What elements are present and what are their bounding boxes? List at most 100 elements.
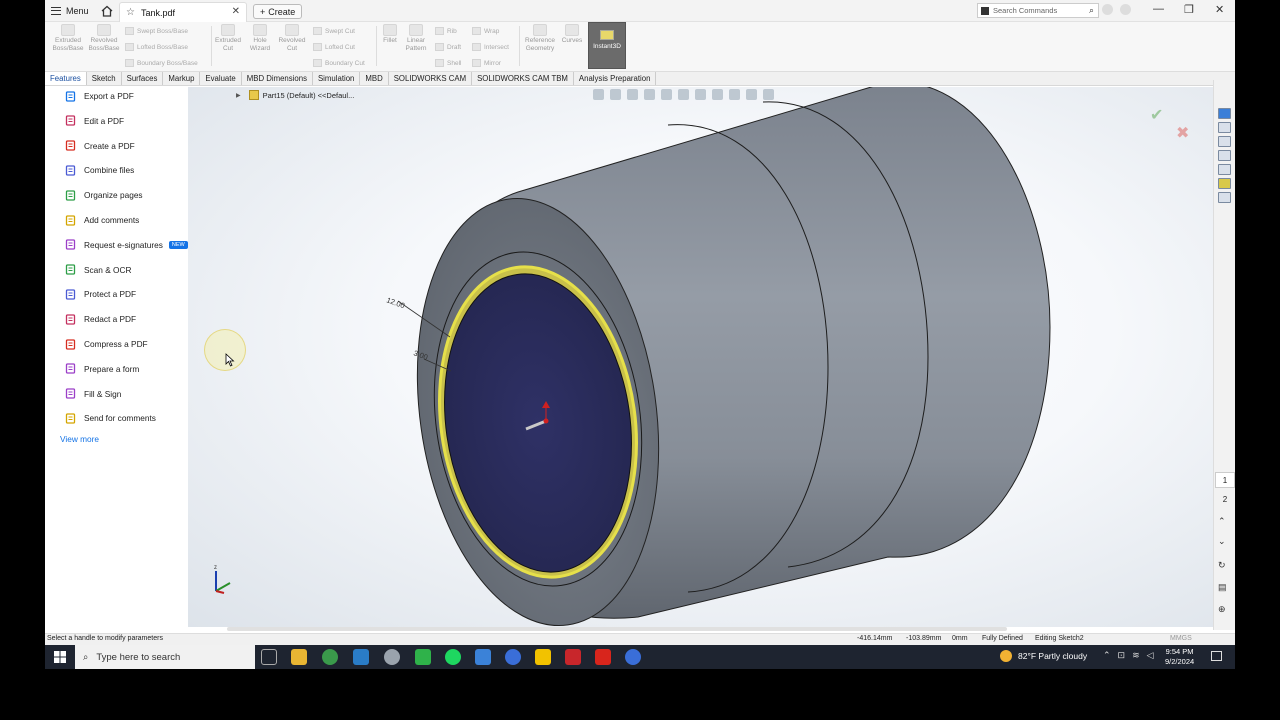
tab-simulation[interactable]: Simulation — [313, 72, 361, 85]
tool-item[interactable]: Request e-signatures NEW — [65, 238, 188, 252]
document-tab[interactable]: ☆ Tank.pdf ✕ — [119, 2, 247, 22]
scene-icon[interactable] — [746, 89, 757, 100]
app-icon[interactable] — [505, 649, 521, 665]
file-explorer-icon[interactable] — [1218, 136, 1231, 147]
close-tab-icon[interactable]: ✕ — [232, 6, 240, 17]
app-icon[interactable] — [625, 649, 641, 665]
horizontal-scrollbar[interactable] — [227, 627, 1007, 631]
wrap-button[interactable]: Wrap — [472, 27, 499, 35]
wifi-icon[interactable]: ≋ — [1132, 650, 1140, 661]
fillet-button[interactable]: Fillet — [379, 24, 401, 45]
lofted-boss-button[interactable]: Lofted Boss/Base — [125, 43, 188, 51]
zoom-area-icon[interactable] — [610, 89, 621, 100]
search-icon[interactable]: ⌕ — [1089, 5, 1094, 16]
confirm-check-icon[interactable]: ✔ — [1150, 105, 1163, 125]
tab-solidworks-cam[interactable]: SOLIDWORKS CAM — [389, 72, 473, 85]
lofted-cut-button[interactable]: Lofted Cut — [313, 43, 355, 51]
hide-show-icon[interactable] — [712, 89, 723, 100]
file-explorer-app-icon[interactable] — [291, 649, 307, 665]
extruded-cut-button[interactable]: Extruded Cut — [213, 24, 243, 53]
page-view-icon[interactable]: ▤ — [1218, 582, 1227, 593]
chrome-app-icon[interactable] — [322, 649, 338, 665]
solidworks-app-icon[interactable] — [565, 649, 581, 665]
windows-start-icon[interactable] — [54, 651, 66, 663]
boundary-cut-button[interactable]: Boundary Cut — [313, 59, 365, 67]
tab-features[interactable]: Features — [45, 72, 87, 85]
search-commands-input[interactable]: Search Commands ⌕ — [977, 3, 1099, 18]
tool-item[interactable]: Redact a PDF — [65, 312, 136, 326]
view-palette-icon[interactable] — [1218, 150, 1231, 161]
zoom-icon[interactable]: ⊕ — [1218, 604, 1226, 615]
tool-item[interactable]: Create a PDF — [65, 139, 135, 153]
expand-arrow-icon[interactable]: ▶ — [236, 92, 241, 99]
draft-button[interactable]: Draft — [435, 43, 461, 51]
weather-widget[interactable]: 82°F Partly cloudy — [1000, 650, 1087, 662]
swept-boss-button[interactable]: Swept Boss/Base — [125, 27, 188, 35]
clock[interactable]: 9:54 PM 9/2/2024 — [1165, 647, 1194, 667]
resources-icon[interactable] — [1218, 108, 1231, 119]
tool-item[interactable]: Combine files — [65, 163, 134, 177]
page-1-button[interactable]: 1 — [1215, 472, 1235, 488]
section-view-icon[interactable] — [644, 89, 655, 100]
calculator-app-icon[interactable] — [353, 649, 369, 665]
tab-sketch[interactable]: Sketch — [87, 72, 122, 85]
taskbar-search-box[interactable]: ⌕ Type here to search — [75, 645, 255, 669]
revolved-boss-button[interactable]: Revolved Boss/Base — [87, 24, 121, 53]
graphics-area[interactable]: 12.00 3.00 ▶ Part15 (Default) <<Defaul..… — [188, 87, 1213, 627]
feature-tree-root[interactable]: ▶ Part15 (Default) <<Defaul... — [236, 90, 354, 100]
rib-button[interactable]: Rib — [435, 27, 457, 35]
display-style-icon[interactable] — [695, 89, 706, 100]
appearances-icon[interactable] — [1218, 164, 1231, 175]
custom-properties-icon[interactable] — [1218, 178, 1231, 189]
mirror-button[interactable]: Mirror — [472, 59, 501, 67]
tab-solidworks-cam-tbm[interactable]: SOLIDWORKS CAM TBM — [472, 72, 574, 85]
tab-evaluate[interactable]: Evaluate — [200, 72, 242, 85]
spotify-app-icon[interactable] — [445, 649, 461, 665]
bell-icon[interactable] — [1102, 4, 1113, 15]
app-icon[interactable] — [475, 649, 491, 665]
notification-icon[interactable] — [1211, 651, 1222, 661]
tab-markup[interactable]: Markup — [163, 72, 201, 85]
restore-icon[interactable]: ❐ — [1184, 3, 1194, 16]
dynamic-annotation-icon[interactable] — [661, 89, 672, 100]
reference-geometry-button[interactable]: Reference Geometry — [523, 24, 557, 53]
tool-item[interactable]: Send for comments — [65, 411, 156, 425]
tool-item[interactable]: Scan & OCR — [65, 263, 132, 277]
tool-item[interactable]: Add comments — [65, 213, 139, 227]
app-icon[interactable] — [415, 649, 431, 665]
cancel-x-icon[interactable]: ✖ — [1176, 123, 1189, 143]
tool-item[interactable]: Compress a PDF — [65, 337, 148, 351]
design-library-icon[interactable] — [1218, 122, 1231, 133]
tool-item[interactable]: Fill & Sign — [65, 387, 121, 401]
account-icon[interactable] — [1120, 4, 1131, 15]
unit-system[interactable]: MMGS — [1170, 635, 1192, 642]
acrobat-app-icon[interactable] — [595, 649, 611, 665]
tab-analysis-preparation[interactable]: Analysis Preparation — [574, 72, 657, 85]
solidworks-forum-icon[interactable] — [1218, 192, 1231, 203]
task-view-icon[interactable] — [261, 649, 277, 665]
boundary-boss-button[interactable]: Boundary Boss/Base — [125, 59, 198, 67]
revolved-cut-button[interactable]: Revolved Cut — [276, 24, 308, 53]
refresh-icon[interactable]: ↻ — [1218, 560, 1226, 571]
tank-model[interactable]: 12.00 3.00 — [188, 87, 1213, 627]
page-down-icon[interactable]: ⌄ — [1218, 536, 1226, 547]
previous-view-icon[interactable] — [627, 89, 638, 100]
minimize-icon[interactable]: — — [1153, 3, 1164, 15]
hole-wizard-button[interactable]: Hole Wizard — [245, 24, 275, 53]
view-more-link[interactable]: View more — [60, 434, 99, 444]
tool-item[interactable]: Protect a PDF — [65, 287, 136, 301]
chevron-up-icon[interactable]: ⌃ — [1103, 650, 1111, 661]
tab-mbd-dimensions[interactable]: MBD Dimensions — [242, 72, 313, 85]
network-icon[interactable]: ⊡ — [1118, 650, 1126, 661]
tool-item[interactable]: Organize pages — [65, 188, 143, 202]
tab-mbd[interactable]: MBD — [360, 72, 389, 85]
curves-button[interactable]: Curves — [559, 24, 585, 45]
close-window-icon[interactable]: ✕ — [1215, 3, 1224, 16]
extruded-boss-button[interactable]: Extruded Boss/Base — [51, 24, 85, 53]
volume-icon[interactable]: ◁ — [1147, 650, 1154, 661]
page-up-icon[interactable]: ⌃ — [1218, 516, 1226, 527]
app-icon[interactable] — [384, 649, 400, 665]
create-button[interactable]: + Create — [253, 4, 303, 19]
view-settings-icon[interactable] — [763, 89, 774, 100]
appearance-icon[interactable] — [729, 89, 740, 100]
